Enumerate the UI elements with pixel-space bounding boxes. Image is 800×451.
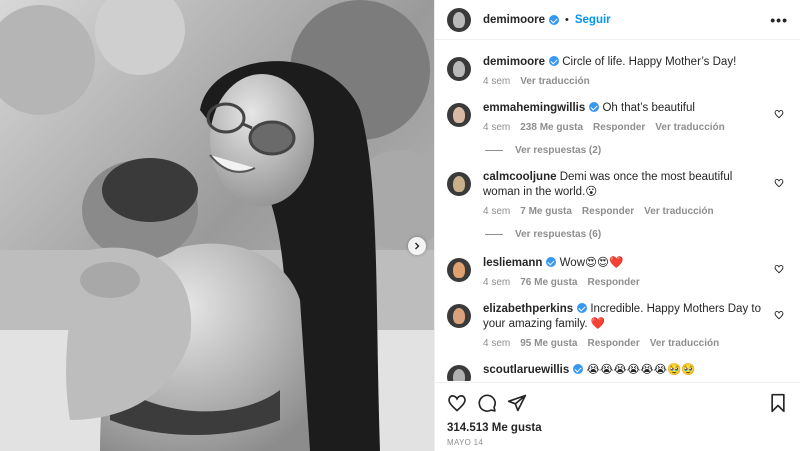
heart-icon[interactable] xyxy=(774,264,784,274)
commenter-username[interactable]: lesliemann xyxy=(483,257,542,269)
author-avatar[interactable] xyxy=(447,7,471,32)
translate-button[interactable]: Ver traducción xyxy=(650,338,719,349)
verified-icon xyxy=(577,303,588,313)
commenter-avatar[interactable] xyxy=(447,172,471,196)
view-replies-button[interactable]: Ver respuestas (6) xyxy=(485,229,788,240)
comment-item: calmcooljune Demi was once the most beau… xyxy=(447,170,788,217)
commenter-avatar[interactable] xyxy=(447,365,471,381)
author-username[interactable]: demimoore xyxy=(483,14,545,26)
commenter-avatar[interactable] xyxy=(447,258,471,282)
view-replies-button[interactable]: Ver respuestas (2) xyxy=(485,145,788,156)
translate-button[interactable]: Ver traducción xyxy=(655,122,724,133)
caption-text: Circle of life. Happy Mother’s Day! xyxy=(562,56,737,68)
heart-icon[interactable] xyxy=(774,310,784,320)
bookmark-icon[interactable] xyxy=(768,393,788,413)
heart-icon[interactable] xyxy=(774,178,784,188)
next-media-button[interactable] xyxy=(408,237,426,255)
reply-button[interactable]: Responder xyxy=(593,122,645,133)
commenter-username[interactable]: emmahemingwillis xyxy=(483,102,585,114)
verified-icon xyxy=(573,364,584,374)
comment-likes[interactable]: 238 Me gusta xyxy=(520,122,583,133)
follow-button[interactable]: Seguir xyxy=(575,14,611,26)
comment-time[interactable]: 4 sem xyxy=(483,122,510,133)
caption-author[interactable]: demimoore xyxy=(483,56,545,68)
post-photo xyxy=(0,0,434,451)
translate-button[interactable]: Ver traducción xyxy=(644,206,713,217)
comment-item: elizabethperkins Incredible. Happy Mothe… xyxy=(447,302,788,349)
likes-count[interactable]: 314.513 Me gusta xyxy=(447,422,542,434)
commenter-username[interactable]: calmcooljune xyxy=(483,171,557,183)
author-avatar[interactable] xyxy=(447,57,471,81)
chevron-right-icon xyxy=(415,242,420,250)
comment-time[interactable]: 4 sem xyxy=(483,338,510,349)
comment-icon[interactable] xyxy=(477,393,497,413)
comments-list[interactable]: demimoore Circle of life. Happy Mother’s… xyxy=(435,41,800,381)
reply-button[interactable]: Responder xyxy=(582,206,634,217)
comment-text: Wow😍😍❤️ xyxy=(559,257,624,269)
replies-divider xyxy=(485,150,503,151)
comment-text: Oh that’s beautiful xyxy=(602,102,695,114)
action-bar xyxy=(435,382,800,422)
send-icon[interactable] xyxy=(507,393,527,413)
verified-icon xyxy=(549,56,559,66)
comment-item: scoutlaruewillis 😭😭😭😭😭😭🥹🥹 xyxy=(447,363,788,381)
commenter-avatar[interactable] xyxy=(447,304,471,328)
commenter-username[interactable]: elizabethperkins xyxy=(483,303,573,315)
post-date[interactable]: MAYO 14 xyxy=(447,438,483,447)
separator-dot: • xyxy=(565,13,569,26)
commenter-avatar[interactable] xyxy=(447,103,471,127)
heart-icon[interactable] xyxy=(447,393,467,413)
verified-icon xyxy=(589,102,600,112)
comment-time[interactable]: 4 sem xyxy=(483,206,510,217)
translate-button[interactable]: Ver traducción xyxy=(520,76,589,87)
view-replies-label: Ver respuestas (2) xyxy=(515,145,602,156)
verified-icon xyxy=(546,257,557,267)
comment-text: 😭😭😭😭😭😭🥹🥹 xyxy=(586,364,696,376)
reply-button[interactable]: Responder xyxy=(587,338,639,349)
commenter-username[interactable]: scoutlaruewillis xyxy=(483,364,569,376)
comment-item: emmahemingwillis Oh that’s beautiful 4 s… xyxy=(447,101,788,133)
verified-icon xyxy=(549,14,559,25)
view-replies-label: Ver respuestas (6) xyxy=(515,229,602,240)
caption: demimoore Circle of life. Happy Mother’s… xyxy=(447,55,788,87)
comment-likes[interactable]: 95 Me gusta xyxy=(520,338,577,349)
post-header: demimoore • Seguir ••• xyxy=(435,0,800,40)
heart-icon[interactable] xyxy=(774,109,784,119)
comment-item: lesliemann Wow😍😍❤️ 4 sem 76 Me gusta Res… xyxy=(447,256,788,288)
caption-time[interactable]: 4 sem xyxy=(483,76,510,87)
replies-divider xyxy=(485,234,503,235)
post-media[interactable] xyxy=(0,0,434,451)
more-options-icon[interactable]: ••• xyxy=(770,12,788,28)
comment-time[interactable]: 4 sem xyxy=(483,277,510,288)
comment-likes[interactable]: 76 Me gusta xyxy=(520,277,577,288)
comment-likes[interactable]: 7 Me gusta xyxy=(520,206,572,217)
post-panel: demimoore • Seguir ••• demimoore Circle … xyxy=(434,0,800,451)
reply-button[interactable]: Responder xyxy=(587,277,639,288)
